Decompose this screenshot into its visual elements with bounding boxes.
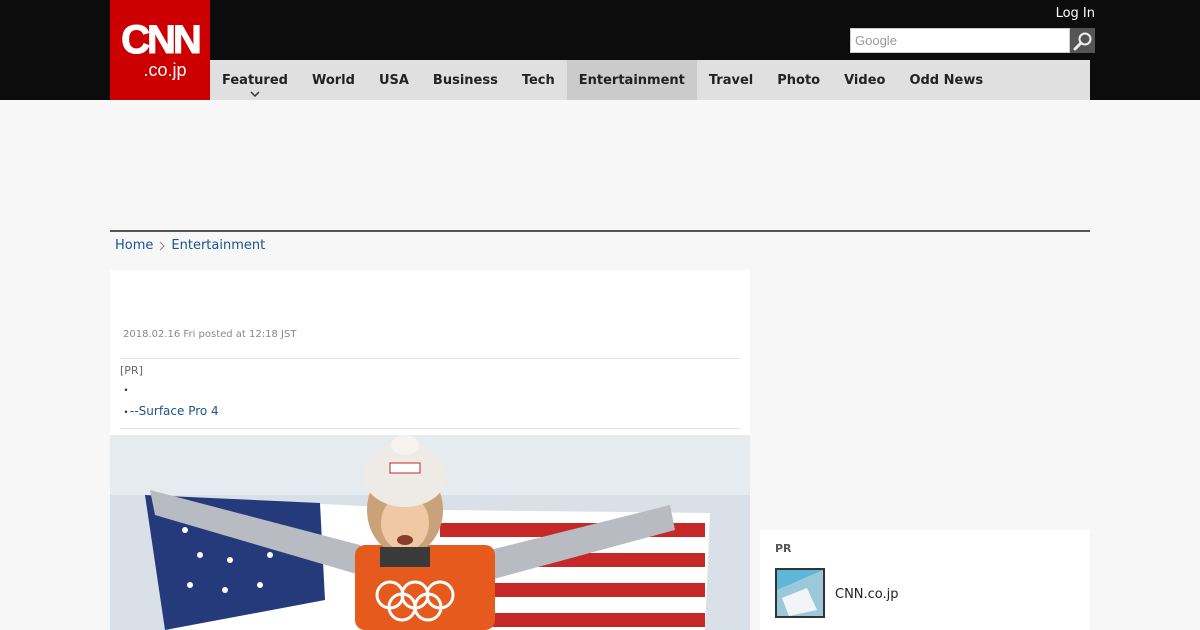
sidebar-pr-title: PR <box>775 542 792 555</box>
sidebar-pr-thumbnail[interactable] <box>775 568 825 618</box>
main-nav: Featured World USA Business Tech Enterta… <box>210 60 1090 100</box>
section-divider <box>110 230 1090 232</box>
nav-item-video[interactable]: Video <box>832 60 897 100</box>
nav-item-featured[interactable]: Featured <box>210 60 300 100</box>
login-link[interactable]: Log In <box>1056 6 1095 21</box>
search-button[interactable] <box>1070 28 1095 53</box>
nav-item-label: Entertainment <box>578 72 685 88</box>
nav-item-label: Travel <box>708 72 754 88</box>
pr-line: ・ <box>120 378 740 400</box>
nav-item-travel[interactable]: Travel <box>697 60 765 100</box>
nav-item-usa[interactable]: USA <box>367 60 421 100</box>
nav-item-photo[interactable]: Photo <box>765 60 832 100</box>
nav-item-label: Business <box>432 72 498 88</box>
nav-item-label: USA <box>378 72 409 88</box>
thumbnail-image <box>777 570 823 616</box>
bullet: ・ <box>120 382 133 397</box>
nav-item-odd-news[interactable]: Odd News <box>897 60 995 100</box>
pr-label: [PR] <box>120 364 147 377</box>
ad-space <box>110 100 1090 230</box>
pr-line: ・ --Surface Pro 4 <box>120 400 740 422</box>
article-card: 2018.02.16 Fri posted at 12:18 JST [PR] … <box>110 270 750 630</box>
article-photo[interactable] <box>110 435 750 630</box>
nav-item-world[interactable]: World <box>300 60 367 100</box>
cnn-logo[interactable]: CNN .co.jp <box>110 0 210 100</box>
bullet: ・ <box>120 404 133 419</box>
pr-link-surface[interactable]: --Surface Pro 4 <box>130 404 219 418</box>
nav-item-label: Photo <box>777 72 821 88</box>
search-icon <box>1073 32 1091 50</box>
nav-item-tech[interactable]: Tech <box>510 60 567 100</box>
nav-item-label: Featured <box>222 72 288 88</box>
article-dateline: 2018.02.16 Fri posted at 12:18 JST <box>123 329 297 340</box>
nav-item-label: Video <box>844 72 886 88</box>
nav-item-entertainment[interactable]: Entertainment <box>566 60 697 100</box>
breadcrumb: Home Entertainment <box>115 238 265 253</box>
chevron-right-icon <box>160 241 166 250</box>
nav-item-business[interactable]: Business <box>421 60 510 100</box>
chevron-down-icon <box>250 91 260 97</box>
logo-sub-text: .co.jp <box>143 60 187 80</box>
sidebar-pr-name[interactable]: CNN.co.jp <box>835 587 899 602</box>
breadcrumb-home[interactable]: Home <box>115 238 153 253</box>
nav-item-label: Odd News <box>909 72 984 88</box>
search-box <box>850 28 1095 53</box>
pr-box: [PR] ・ ・ --Surface Pro 4 <box>120 358 740 429</box>
article-photo-image <box>110 435 750 630</box>
search-input[interactable] <box>850 28 1070 53</box>
nav-item-label: World <box>311 72 355 88</box>
breadcrumb-entertainment[interactable]: Entertainment <box>171 238 265 253</box>
logo-main-text: CNN <box>121 18 203 62</box>
nav-item-label: Tech <box>521 72 555 88</box>
sidebar-pr: PR CNN.co.jp <box>760 530 1090 630</box>
